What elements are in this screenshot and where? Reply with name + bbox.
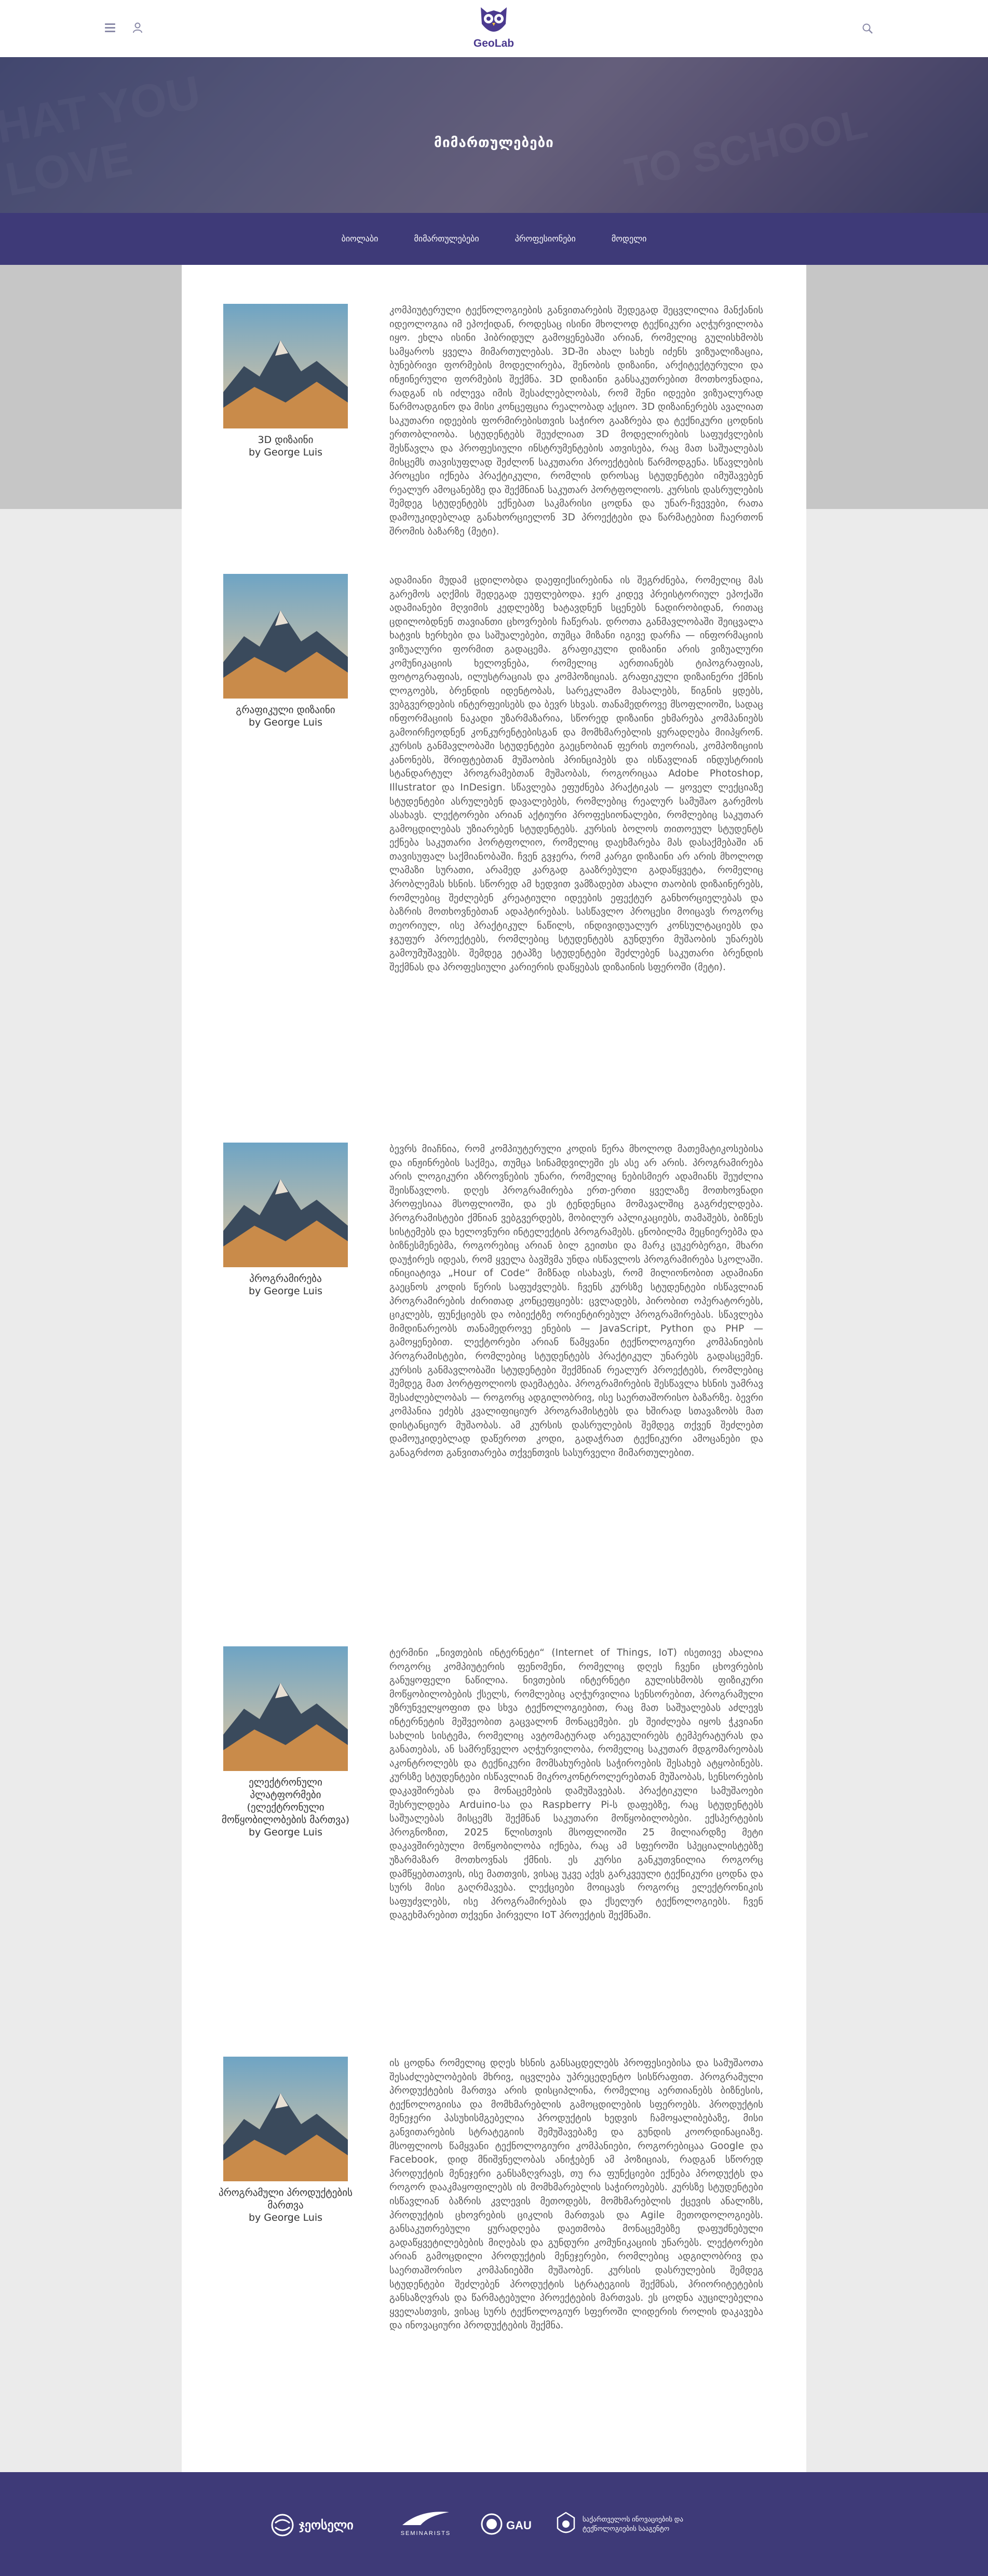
hero-banner: HAT YOU LOVE TO SCHOOL მიმართულებები: [0, 57, 988, 213]
content-card: 3D დიზაინი by George Luis კომპიუტერული ტ…: [182, 265, 806, 2472]
partner-seminarists[interactable]: SEMINARISTS: [395, 2510, 457, 2541]
owl-icon: [481, 7, 507, 32]
course-entry: პროგრამირება by George Luis ბევრს მიაჩნი…: [182, 1143, 806, 1610]
course-description: ადამიანი მუდამ ცდილობდა დაეფიქსირებინა ი…: [389, 575, 763, 973]
course-caption: ელექტრონული პლატფორმები (ელექტრონული მოწ…: [221, 1777, 350, 1838]
course-caption: პროგრამირება by George Luis: [248, 1273, 323, 1297]
geocell-icon: [271, 2514, 294, 2537]
partner-gau[interactable]: GAU: [480, 2510, 532, 2541]
course-thumbnail[interactable]: [223, 304, 348, 428]
gau-icon: [481, 2513, 503, 2535]
top-bar: GeoLab: [0, 0, 988, 57]
course-description: ის ცოდნა რომელიც დღეს ხსნის განსაცდელებს…: [389, 2058, 763, 2331]
course-entry: პროგრამული პროდუქტების მართვა by George …: [182, 2057, 806, 2420]
course-caption: გრაფიკული დიზაინი by George Luis: [236, 704, 335, 728]
partner-geocell[interactable]: ჯეოსელი: [270, 2510, 374, 2541]
nav-item-biolab[interactable]: ბიოლაბი: [342, 234, 378, 244]
partner-name: საქართველოს ინოვაციების და ტექნოლოგიების…: [583, 2515, 684, 2532]
search-icon[interactable]: [862, 23, 873, 34]
agency-emblem-icon: [557, 2512, 575, 2533]
nav-item-directions[interactable]: მიმართულებები: [414, 234, 479, 244]
user-icon[interactable]: [132, 22, 143, 33]
course-thumbnail[interactable]: [223, 2057, 348, 2181]
main-navigation: ბიოლაბი მიმართულებები პროფესიონები მოდელ…: [0, 213, 988, 265]
course-thumbnail[interactable]: [223, 1143, 348, 1267]
footer: ჯეოსელი SEMINARISTS GAU საქართველოს ინოვ…: [0, 2472, 988, 2576]
course-description: ტერმინი „ნივთების ინტერნეტი“ (Internet o…: [389, 1647, 763, 1921]
partner-innovation-agency[interactable]: საქართველოს ინოვაციების და ტექნოლოგიების…: [556, 2510, 722, 2541]
course-thumbnail[interactable]: [223, 1646, 348, 1771]
nav-item-model[interactable]: მოდელი: [612, 234, 646, 244]
geolab-logo[interactable]: GeoLab: [465, 3, 522, 54]
course-entry: გრაფიკული დიზაინი by George Luis ადამიან…: [182, 574, 806, 1093]
course-description: კომპიუტერული ტექნოლოგიების განვითარების …: [389, 305, 763, 537]
menu-icon[interactable]: [105, 23, 115, 33]
logo-text: GeoLab: [473, 37, 515, 49]
partner-name: GAU: [506, 2519, 532, 2532]
nav-item-professions[interactable]: პროფესიონები: [515, 234, 576, 244]
course-entry: 3D დიზაინი by George Luis კომპიუტერული ტ…: [182, 304, 806, 553]
hero-title: მიმართულებები: [434, 135, 554, 151]
course-thumbnail[interactable]: [223, 574, 348, 699]
partner-name: ჯეოსელი: [299, 2518, 354, 2532]
course-entry: ელექტრონული პლატფორმები (ელექტრონული მოწ…: [182, 1646, 806, 2051]
course-caption: პროგრამული პროდუქტების მართვა by George …: [218, 2187, 353, 2223]
bird-icon: [402, 2512, 449, 2525]
course-description: ბევრს მიაჩნია, რომ კომპიუტერული კოდის წე…: [389, 1144, 763, 1459]
partner-name: SEMINARISTS: [400, 2530, 451, 2537]
course-caption: 3D დიზაინი by George Luis: [248, 434, 323, 458]
